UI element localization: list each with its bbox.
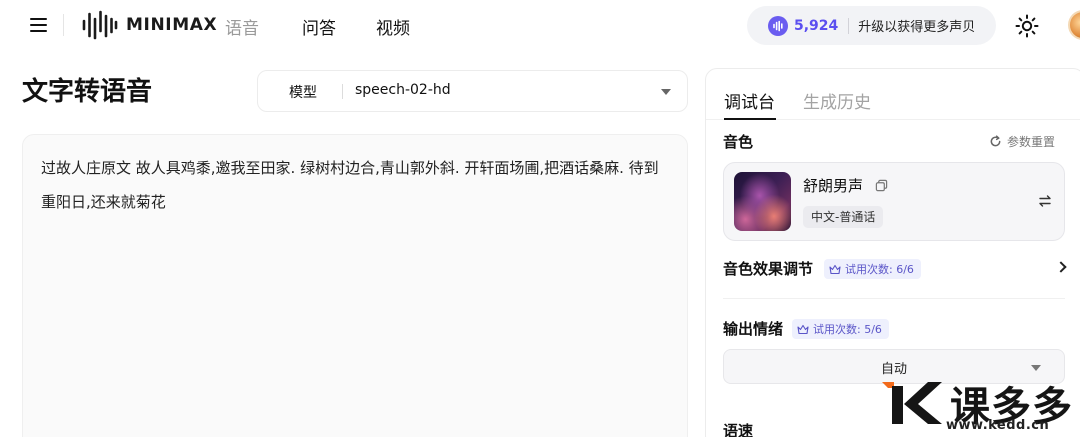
credits-divider: [848, 17, 850, 34]
chevron-down-icon: [1031, 365, 1041, 371]
reset-icon: [990, 135, 1001, 147]
menu-icon[interactable]: [28, 15, 50, 35]
brand-name: MINIMAX: [126, 15, 218, 35]
header-divider: [63, 14, 64, 36]
speed-label: 语速: [723, 422, 754, 437]
avatar[interactable]: [1068, 10, 1080, 40]
crown-icon: [797, 324, 809, 334]
sound-wave-icon: [768, 15, 788, 36]
trial-count: 试用次数: 5/6: [813, 323, 882, 336]
chevron-down-icon: [661, 89, 671, 95]
brand-logo[interactable]: MINIMAX: [81, 10, 217, 40]
nav-video[interactable]: 视频: [376, 14, 410, 39]
voice-section-label: 音色: [723, 133, 754, 151]
voice-cover-image: [734, 172, 791, 231]
text-input[interactable]: 过故人庄原文 故人具鸡黍,邀我至田家. 绿树村边合,青山郭外斜. 开轩面场圃,把…: [22, 134, 688, 437]
swap-icon[interactable]: [1038, 194, 1052, 208]
trial-badge: 试用次数: 5/6: [792, 319, 889, 339]
emotion-label: 输出情绪: [723, 320, 784, 338]
kedd-logo-icon: [882, 382, 942, 424]
voice-effect-label: 音色效果调节: [723, 260, 814, 278]
top-bar: MINIMAX 语音 问答 视频 5,924 升级以获得更多声贝: [0, 0, 1080, 52]
upgrade-link[interactable]: 升级以获得更多声贝: [858, 16, 975, 35]
voice-language-tag: 中文-普通话: [803, 206, 884, 228]
credits-pill[interactable]: 5,924 升级以获得更多声贝: [747, 6, 996, 45]
voice-effect-row[interactable]: 音色效果调节 试用次数: 6/6: [723, 258, 1067, 282]
model-value: speech-02-hd: [355, 82, 451, 98]
nav-qa[interactable]: 问答: [302, 14, 336, 39]
active-tab-indicator: [724, 118, 776, 120]
trial-badge: 试用次数: 6/6: [824, 259, 921, 279]
trial-count: 试用次数: 6/6: [845, 263, 914, 276]
minimax-logo-icon: [82, 10, 118, 40]
voice-card[interactable]: 舒朗男声 中文-普通话: [723, 162, 1065, 241]
reset-button[interactable]: 参数重置: [989, 133, 1055, 150]
text-input-content: 过故人庄原文 故人具鸡黍,邀我至田家. 绿树村边合,青山郭外斜. 开轩面场圃,把…: [41, 159, 659, 211]
section-divider: [723, 298, 1065, 299]
watermark-url: www.kedd.cn: [946, 418, 1050, 433]
voice-name: 舒朗男声: [803, 177, 864, 195]
chevron-right-icon: [1055, 261, 1067, 273]
model-label: 模型: [289, 85, 317, 101]
watermark: 课多多 www.kedd.cn: [880, 378, 1080, 437]
nav-speech[interactable]: 语音: [225, 14, 259, 39]
copy-icon[interactable]: [875, 179, 888, 192]
crown-icon: [829, 264, 841, 274]
model-select[interactable]: 模型 speech-02-hd: [257, 70, 688, 112]
tab-history[interactable]: 生成历史: [803, 88, 871, 113]
credits-amount: 5,924: [794, 17, 839, 34]
model-divider: [342, 84, 343, 99]
page-title: 文字转语音: [22, 77, 153, 107]
sun-icon[interactable]: [1015, 14, 1039, 38]
reset-label: 参数重置: [1007, 135, 1056, 149]
tab-debug[interactable]: 调试台: [724, 88, 775, 113]
